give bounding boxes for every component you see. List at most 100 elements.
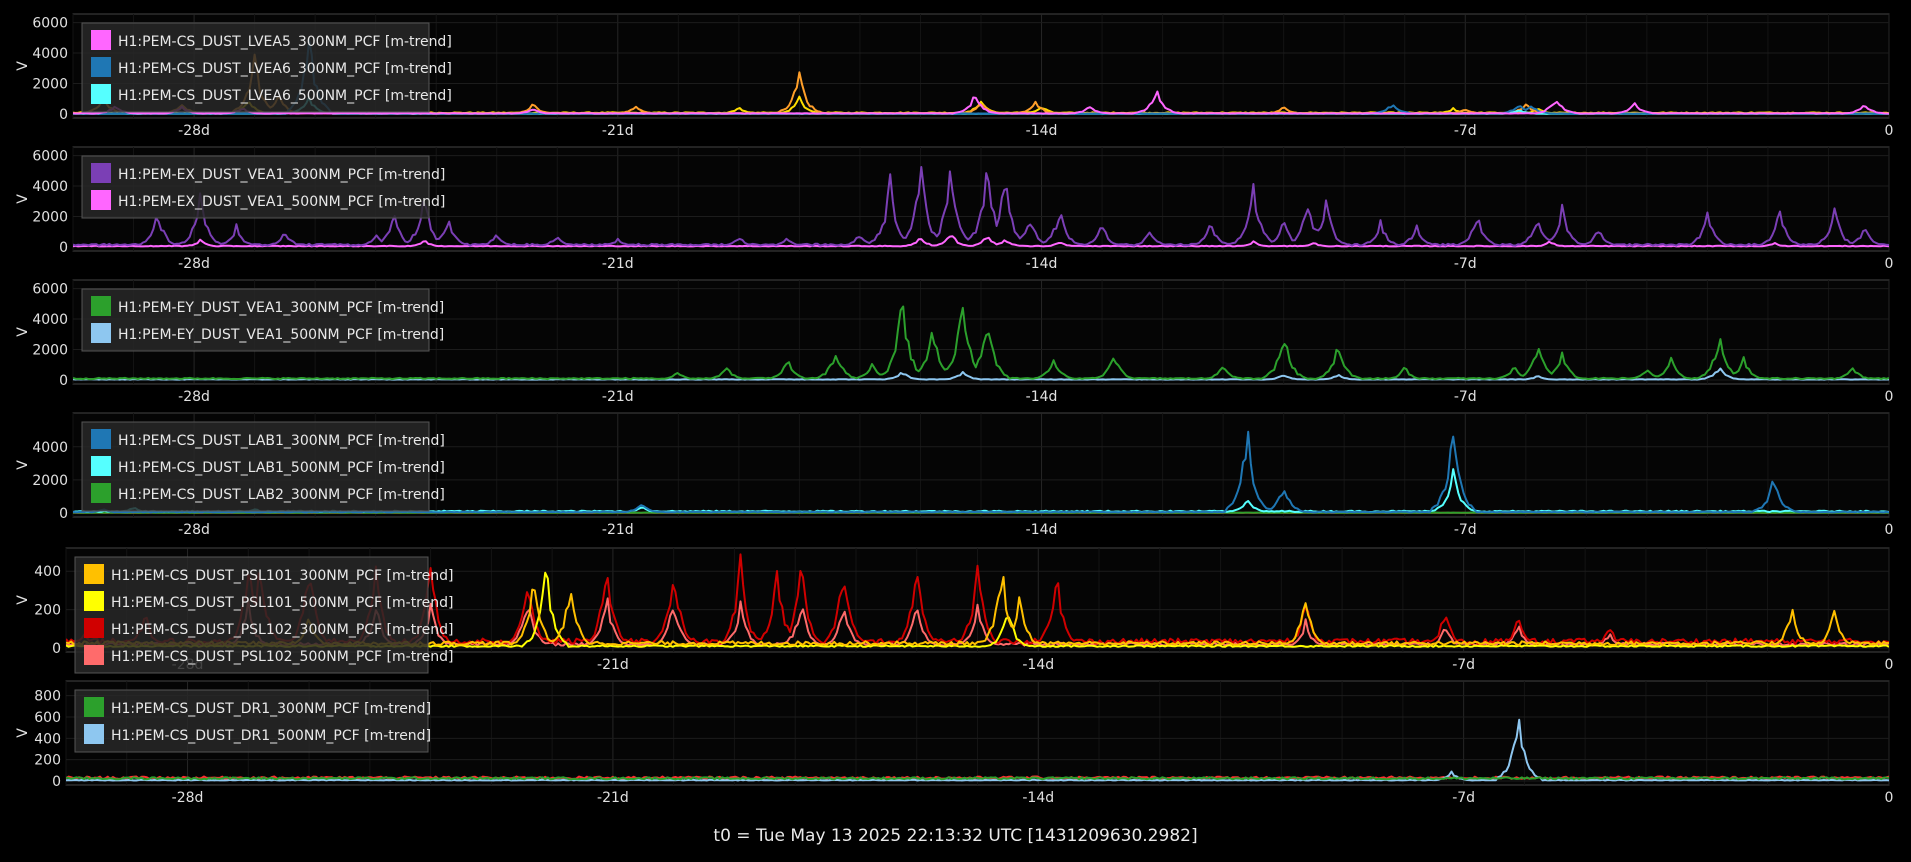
y-tick-label: 800 [34,689,61,705]
legend-swatch [84,697,104,717]
y-tick-label: 4000 [32,179,68,195]
panel-5: 0200400V-28d-21d-14d-7d0H1:PEM-CS_DUST_P… [15,547,1894,674]
legend-swatch [84,591,104,611]
legend-entry: H1:PEM-CS_DUST_PSL101_500NM_PCF [m-trend… [111,595,453,611]
legend: H1:PEM-CS_DUST_LAB1_300NM_PCF [m-trend] H… [81,421,445,512]
legend-swatch [84,645,104,665]
x-tick-label: -14d [1026,389,1058,405]
legend-swatch [91,296,111,316]
legend: H1:PEM-EY_DUST_VEA1_300NM_PCF [m-trend] H… [81,288,444,352]
legend-entry: H1:PEM-EY_DUST_VEA1_300NM_PCF [m-trend] [118,300,444,316]
x-tick-label: -7d [1452,790,1475,806]
x-tick-label: -21d [597,790,629,806]
x-tick-label: -14d [1026,522,1058,538]
legend-entry: H1:PEM-CS_DUST_LVEA6_500NM_PCF [m-trend] [118,88,452,104]
x-tick-label: -28d [178,256,210,272]
x-tick-label: -14d [1026,256,1058,272]
y-tick-label: 2000 [32,473,68,489]
y-axis-label: V [15,194,31,204]
y-axis-label: V [15,61,31,71]
legend-entry: H1:PEM-CS_DUST_DR1_300NM_PCF [m-trend] [111,701,431,717]
t0-timestamp-label: t0 = Tue May 13 2025 22:13:32 UTC [14312… [713,826,1198,846]
x-tick-label: -7d [1452,657,1475,673]
legend-swatch [91,30,111,50]
y-tick-label: 0 [52,774,61,790]
y-tick-label: 400 [34,564,61,580]
y-axis-label: V [15,327,31,337]
y-axis-label: V [15,728,31,738]
dust-trend-figure: 0200040006000V-28d -21d -14d -7d 0H1:PEM-CS_… [15,13,1894,806]
legend-entry: H1:PEM-EX_DUST_VEA1_500NM_PCF [m-trend] [118,194,445,210]
x-tick-label: -21d [602,389,634,405]
panel-1: 0 2000 4000 6000 V -28d -21d -14d -7d 0 H1:PEM-CS_… [15,13,1894,139]
x-tick-label: -28d [178,389,210,405]
y-tick-label: 0 [59,373,68,389]
legend-swatch [91,456,111,476]
legend: H1:PEM-CS_DUST_LVEA5_300NM_PCF [m-trend]… [81,22,452,113]
y-tick-label: 6000 [32,282,68,298]
y-tick-label: 6000 [32,16,68,32]
panel-6: 0 200 400 600 800 V -28d -21d -14d -7d 0 H1:PEM-CS_… [15,680,1893,806]
y-tick-label: 0 [59,506,68,522]
y-tick-label: 4000 [32,312,68,328]
y-tick-label: 200 [34,753,61,769]
x-tick-label: -14d [1022,790,1054,806]
y-tick-label: 0 [59,107,68,123]
legend-entry: H1:PEM-CS_DUST_LAB1_500NM_PCF [m-trend] [118,460,445,476]
x-tick-label: -21d [602,522,634,538]
x-tick-label: -7d [1454,389,1477,405]
x-tick-label: 0 [1885,657,1894,673]
legend-entry: H1:PEM-CS_DUST_LAB1_300NM_PCF [m-trend] [118,433,445,449]
legend-entry: H1:PEM-CS_DUST_LVEA5_300NM_PCF [m-trend] [118,34,452,50]
panel-2: 0 2000 4000 6000 V -28d -21d -14d -7d 0 H1:PEM-EX_… [15,146,1894,272]
y-tick-label: 2000 [32,343,68,359]
x-tick-label: 0 [1885,522,1894,538]
x-tick-label: -21d [602,256,634,272]
x-tick-label: -14d [1026,123,1058,139]
y-tick-label: 0 [59,240,68,256]
legend-entry: H1:PEM-EY_DUST_VEA1_500NM_PCF [m-trend] [118,327,444,343]
legend-entry: H1:PEM-CS_DUST_LVEA6_300NM_PCF [m-trend] [118,61,452,77]
x-tick-label: 0 [1885,256,1894,272]
x-tick-label: 0 [1885,123,1894,139]
x-tick-label: 0 [1885,389,1894,405]
panel-4: 0 2000 4000V -28d -21d -14d -7d 0 H1:PEM-CS_DUST… [15,412,1894,538]
y-tick-label: 400 [34,731,61,747]
legend-swatch [91,57,111,77]
y-axis-label: V [15,595,31,605]
x-tick-label: -7d [1454,123,1477,139]
legend-entry: H1:PEM-CS_DUST_PSL102_300NM_PCF [m-trend… [111,622,453,638]
y-tick-label: 200 [34,603,61,619]
y-tick-label: 6000 [32,149,68,165]
legend: H1:PEM-EX_DUST_VEA1_300NM_PCF [m-trend] H… [81,155,445,219]
legend: H1:PEM-CS_DUST_PSL101_300NM_PCF [m-trend… [74,556,453,674]
legend-swatch [91,483,111,503]
legend-swatch [91,163,111,183]
x-tick-label: -7d [1454,256,1477,272]
y-tick-label: 2000 [32,210,68,226]
x-tick-label: -7d [1454,522,1477,538]
y-axis-label: V [15,460,31,470]
y-tick-label: 2000 [32,77,68,93]
legend-entry: H1:PEM-CS_DUST_PSL102_500NM_PCF [m-trend… [111,649,453,665]
x-tick-label: -21d [597,657,629,673]
legend-entry: H1:PEM-CS_DUST_DR1_500NM_PCF [m-trend] [111,728,431,744]
legend-entry: H1:PEM-CS_DUST_LAB2_300NM_PCF [m-trend] [118,487,445,503]
x-tick-label: -21d [602,123,634,139]
y-tick-label: 0 [52,641,61,657]
legend-swatch [84,618,104,638]
x-tick-label: -28d [178,522,210,538]
legend-swatch [91,84,111,104]
legend-entry: H1:PEM-EX_DUST_VEA1_300NM_PCF [m-trend] [118,167,445,183]
legend-swatch [91,323,111,343]
legend: H1:PEM-CS_DUST_DR1_300NM_PCF [m-trend] H1… [74,689,431,753]
legend-swatch [84,724,104,744]
y-tick-label: 4000 [32,440,68,456]
x-tick-label: -28d [178,123,210,139]
panel-3: 0 2000 4000 6000 V -28d -21d -14d -7d 0 H1:PEM-EY_… [15,279,1894,405]
x-tick-label: -14d [1022,657,1054,673]
legend-swatch [91,190,111,210]
legend-swatch [91,429,111,449]
legend-entry: H1:PEM-CS_DUST_PSL101_300NM_PCF [m-trend… [111,568,453,584]
x-tick-label: -28d [172,790,204,806]
